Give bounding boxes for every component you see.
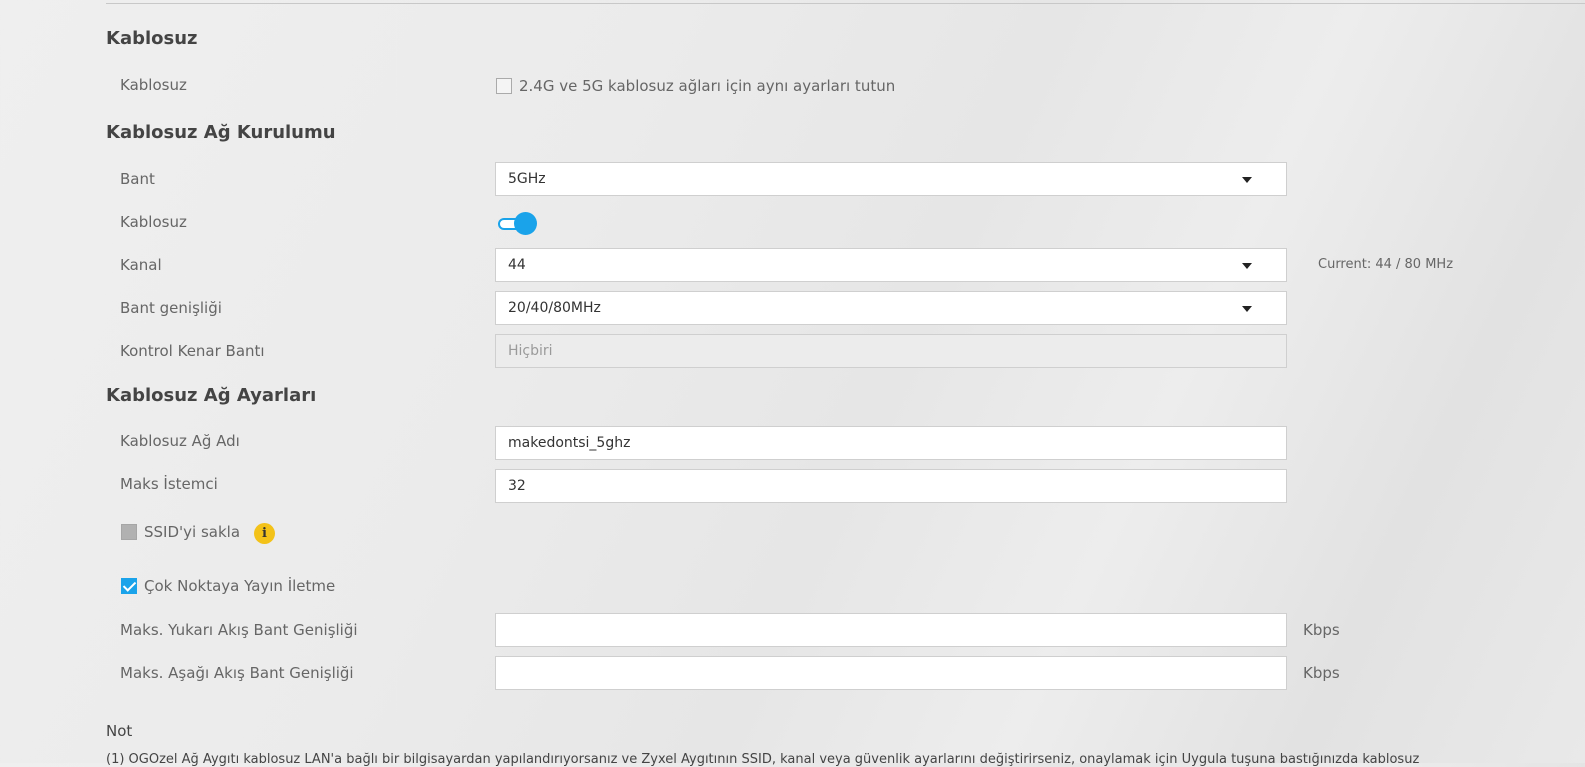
toggle-knob <box>514 212 537 235</box>
section-title-setup: Kablosuz Ağ Kurulumu <box>106 122 336 143</box>
band-label: Bant <box>120 170 155 188</box>
max-up-unit: Kbps <box>1303 621 1340 639</box>
note-title: Not <box>106 722 133 740</box>
max-down-unit: Kbps <box>1303 664 1340 682</box>
channel-select-value: 44 <box>508 257 526 273</box>
bandwidth-label: Bant genişliği <box>120 299 222 317</box>
bandwidth-select-value: 20/40/80MHz <box>508 300 601 316</box>
max-clients-input[interactable] <box>495 469 1287 503</box>
chevron-down-icon <box>1242 306 1252 312</box>
control-sideband-value: Hiçbiri <box>508 343 553 359</box>
hide-ssid-checkbox[interactable] <box>121 524 137 540</box>
same-settings-checkbox[interactable] <box>496 78 512 94</box>
channel-select[interactable]: 44 <box>495 248 1287 282</box>
channel-current: Current: 44 / 80 MHz <box>1318 257 1454 272</box>
channel-label: Kanal <box>120 256 162 274</box>
chevron-down-icon <box>1242 177 1252 183</box>
max-down-input[interactable] <box>495 656 1287 690</box>
hide-ssid-label: SSID'yi sakla <box>144 523 241 541</box>
max-clients-label: Maks İstemci <box>120 475 218 493</box>
chevron-down-icon <box>1242 263 1252 269</box>
section-title-wireless: Kablosuz <box>106 28 198 49</box>
same-settings-label: 2.4G ve 5G kablosuz ağları için aynı aya… <box>519 77 896 95</box>
top-divider <box>106 0 1585 4</box>
band-select[interactable]: 5GHz <box>495 162 1287 196</box>
band-select-value: 5GHz <box>508 171 546 187</box>
section-title-settings: Kablosuz Ağ Ayarları <box>106 385 317 406</box>
max-down-label: Maks. Aşağı Akış Bant Genişliği <box>120 664 354 682</box>
ssid-label: Kablosuz Ağ Adı <box>120 432 240 450</box>
wireless-toggle[interactable] <box>498 212 538 236</box>
max-up-label: Maks. Yukarı Akış Bant Genişliği <box>120 621 358 639</box>
info-icon[interactable]: i <box>254 523 275 544</box>
control-sideband-field: Hiçbiri <box>495 334 1287 368</box>
bandwidth-select[interactable]: 20/40/80MHz <box>495 291 1287 325</box>
wireless-toggle-label: Kablosuz <box>120 213 187 231</box>
multicast-label: Çok Noktaya Yayın İletme <box>144 577 336 595</box>
note-text: (1) ÖĞÖzel Ağ Aygıtı kablosuz LAN'a bağl… <box>106 752 1420 767</box>
max-up-input[interactable] <box>495 613 1287 647</box>
control-sideband-label: Kontrol Kenar Bantı <box>120 342 265 360</box>
wireless-label: Kablosuz <box>120 76 187 94</box>
ssid-input[interactable] <box>495 426 1287 460</box>
multicast-checkbox[interactable] <box>121 578 137 594</box>
